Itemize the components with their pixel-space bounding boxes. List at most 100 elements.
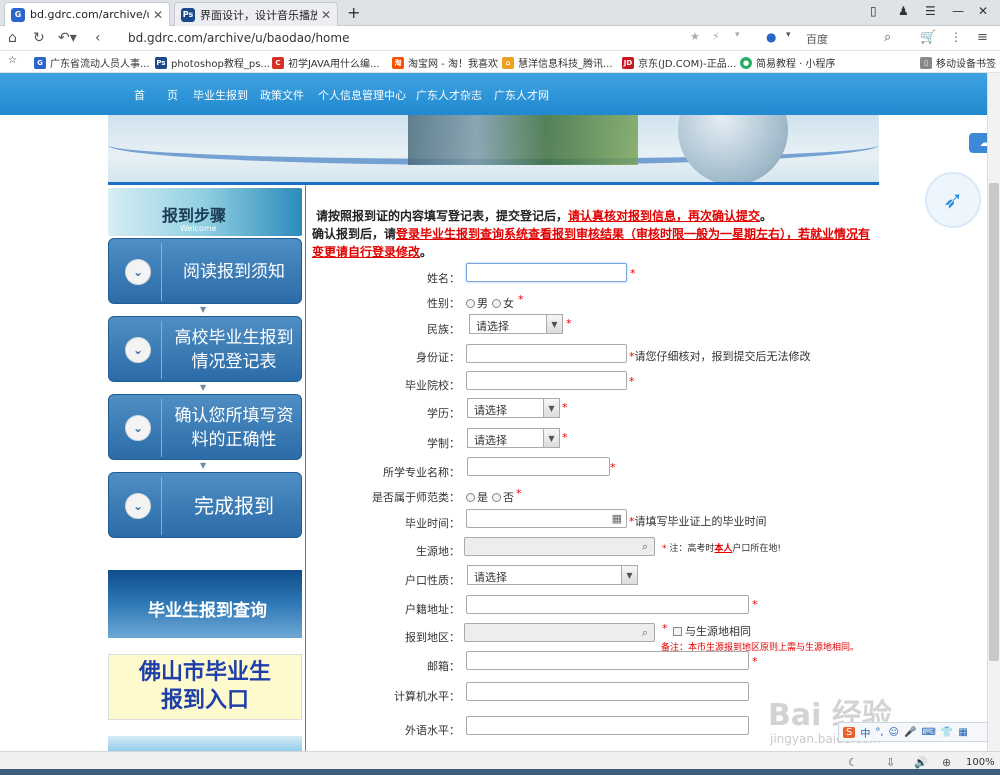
normal-yes-radio[interactable]: 是 xyxy=(466,489,488,505)
more-menu-icon[interactable]: ≡ xyxy=(977,30,988,45)
lightning-icon[interactable]: ⚡ xyxy=(712,30,720,43)
step-label: 高校毕业生报到情况登记表 xyxy=(174,328,294,372)
browser-tab-inactive[interactable]: Ps 界面设计，设计音乐播放器界 ✕ xyxy=(174,2,338,26)
paw-icon[interactable]: ● xyxy=(766,30,776,44)
graduation-time-input[interactable]: ▦ xyxy=(466,509,627,528)
download-icon[interactable]: ⇩ xyxy=(886,756,895,769)
nav-graduate-report[interactable]: 毕业生报到 xyxy=(193,87,248,103)
ethnic-select[interactable]: 请选择 ▼ xyxy=(469,314,563,334)
minimize-icon[interactable]: — xyxy=(952,4,964,18)
hukou-address-input[interactable] xyxy=(466,595,749,614)
search-icon[interactable]: ⌕ xyxy=(884,30,891,45)
bookmark-star-icon[interactable]: ★ xyxy=(690,30,700,43)
nav-policy[interactable]: 政策文件 xyxy=(260,87,304,103)
ime-emoji-icon[interactable]: ☺ xyxy=(889,727,899,738)
ime-keyboard-icon[interactable]: ⌨ xyxy=(921,727,935,738)
zoom-level[interactable]: 100% xyxy=(966,757,995,768)
search-engine-label[interactable]: 百度 xyxy=(806,31,828,47)
new-tab-button[interactable]: + xyxy=(347,3,360,22)
sogou-ime-icon[interactable]: S xyxy=(843,726,856,738)
radio-icon xyxy=(492,299,501,308)
study-length-select[interactable]: 请选择 ▼ xyxy=(467,428,560,448)
nav-personal-center[interactable]: 个人信息管理中心 xyxy=(318,87,406,103)
zoom-icon[interactable]: ⊕ xyxy=(942,756,951,769)
bookmark-item[interactable]: G 广东省流动人员人事... xyxy=(34,55,150,70)
refresh-icon[interactable]: ↻ xyxy=(33,30,45,46)
bookmark-item[interactable]: Ps photoshop教程_ps... xyxy=(155,55,270,70)
same-as-origin-checkbox[interactable]: 与生源地相同 xyxy=(673,623,751,639)
sound-icon[interactable]: 🔊 xyxy=(914,756,928,769)
school-label: 毕业院校： xyxy=(405,379,460,392)
search-icon[interactable]: ⌕ xyxy=(642,540,648,554)
major-input[interactable] xyxy=(467,457,610,476)
bookmark-item[interactable]: ● 简易教程 · 小程序 xyxy=(740,55,836,70)
graduate-query-banner[interactable]: 毕业生报到查询 xyxy=(108,570,302,638)
restore-tabs-icon[interactable]: ▯ xyxy=(870,4,877,18)
mobile-bookmarks[interactable]: ▯ 移动设备书签 xyxy=(920,55,996,70)
step-registration-form[interactable]: ⌄ 高校毕业生报到情况登记表 xyxy=(108,316,302,382)
gender-male-radio[interactable]: 男 xyxy=(466,295,488,311)
school-input[interactable] xyxy=(466,371,627,390)
ime-mode[interactable]: 中 xyxy=(860,725,870,740)
ime-toolbar[interactable]: S 中 °, ☺ 🎤 ⌨ 👕 ▦ xyxy=(838,722,988,742)
dropdown-icon[interactable]: ▾ xyxy=(735,30,740,40)
language-level-input[interactable] xyxy=(466,716,749,735)
bookmark-item[interactable]: ⌂ 慧洋信息科技_腾讯... xyxy=(502,55,613,70)
foshan-line1: 佛山市毕业生 xyxy=(138,660,271,685)
url-field[interactable]: bd.gdrc.com/archive/u/baodao/home xyxy=(128,31,349,45)
id-input[interactable] xyxy=(466,344,627,363)
extensions-icon[interactable]: ⋮ xyxy=(950,30,962,44)
foshan-entry-banner[interactable]: 佛山市毕业生 报到入口 xyxy=(108,654,302,720)
close-tab-icon[interactable]: ✕ xyxy=(321,8,331,22)
hukou-type-select[interactable]: 请选择 ▼ xyxy=(467,565,638,585)
origin-input[interactable]: ⌕ xyxy=(464,537,655,556)
calendar-icon[interactable]: ▦ xyxy=(612,512,622,525)
undo-icon[interactable]: ↶▾ xyxy=(58,30,77,46)
skin-icon[interactable]: ♟ xyxy=(898,4,909,18)
bird-assistant-icon[interactable]: ➶ xyxy=(925,172,981,228)
required-mark: * xyxy=(630,267,636,280)
back-icon[interactable]: ‹ xyxy=(95,30,101,46)
normal-no-radio[interactable]: 否 xyxy=(492,489,514,505)
chevron-down-icon: ▼ xyxy=(543,399,559,417)
name-input[interactable] xyxy=(466,263,627,282)
nav-talent-site[interactable]: 广东人才网 xyxy=(494,87,549,103)
moon-icon[interactable]: ☾ xyxy=(848,756,858,769)
step-read-notice[interactable]: ⌄ 阅读报到须知 xyxy=(108,238,302,304)
nav-magazine[interactable]: 广东人才杂志 xyxy=(416,87,482,103)
ime-grid-icon[interactable]: ▦ xyxy=(958,727,967,738)
nav-home[interactable]: 首 页 xyxy=(134,87,178,103)
education-select[interactable]: 请选择 ▼ xyxy=(467,398,560,418)
radio-icon xyxy=(466,299,475,308)
close-tab-icon[interactable]: ✕ xyxy=(153,8,163,22)
radio-label: 男 xyxy=(477,297,488,310)
report-area-input[interactable]: ⌕ xyxy=(464,623,655,642)
select-value: 请选择 xyxy=(474,434,507,447)
browser-tab-active[interactable]: G bd.gdrc.com/archive/u/bao ✕ xyxy=(4,2,170,26)
bookmark-item[interactable]: 淘淘宝网 - 淘！我喜欢 xyxy=(392,55,498,70)
step-confirm-data[interactable]: ⌄ 确认您所填写资料的正确性 xyxy=(108,394,302,460)
ime-voice-icon[interactable]: 🎤 xyxy=(904,727,916,738)
close-window-icon[interactable]: ✕ xyxy=(978,4,988,18)
gender-female-radio[interactable]: 女 xyxy=(492,295,514,311)
major-label: 所学专业名称： xyxy=(383,466,460,479)
jd-favicon-icon: JD xyxy=(622,56,634,69)
page-scrollbar[interactable] xyxy=(987,73,1000,763)
step-complete[interactable]: ⌄ 完成报到 xyxy=(108,472,302,538)
required-mark: * xyxy=(662,622,668,635)
home-icon[interactable]: ⌂ xyxy=(8,30,17,46)
engine-dropdown-icon[interactable]: ▾ xyxy=(786,30,791,40)
email-input[interactable] xyxy=(466,651,749,670)
menu-icon[interactable]: ☰ xyxy=(925,4,936,18)
step-divider xyxy=(161,477,162,535)
bookmark-item[interactable]: JD 京东(JD.COM)-正品... xyxy=(622,55,736,70)
computer-level-input[interactable] xyxy=(466,682,749,701)
id-hint-text: 请您仔细核对，报到提交后无法修改 xyxy=(634,350,811,363)
bookmark-star-icon[interactable]: ☆ xyxy=(8,55,17,66)
search-icon[interactable]: ⌕ xyxy=(642,626,648,640)
cart-icon[interactable]: 🛒 xyxy=(920,30,936,45)
scrollbar-thumb[interactable] xyxy=(989,183,999,661)
bookmark-item[interactable]: C 初学JAVA用什么编... xyxy=(272,55,380,70)
ime-punct[interactable]: °, xyxy=(875,727,883,738)
ime-skin-icon[interactable]: 👕 xyxy=(941,727,953,738)
